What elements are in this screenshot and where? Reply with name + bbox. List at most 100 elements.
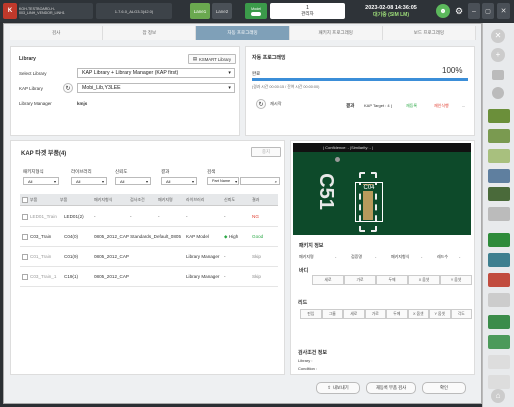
lane2-button[interactable]: Lane2 xyxy=(212,3,232,19)
cell-result: Skip xyxy=(252,254,261,259)
body-col: Y 옵셋 xyxy=(440,275,472,285)
lead-col: 각도 xyxy=(450,309,472,319)
cell-part: C19(1) xyxy=(64,274,79,279)
filter-confidence-label: 신뢰도 xyxy=(115,169,128,174)
add-icon[interactable]: + xyxy=(491,48,505,62)
cell-library: - xyxy=(186,214,188,219)
chevron-down-icon: ▾ xyxy=(228,70,231,76)
part-icon[interactable] xyxy=(488,355,510,369)
user-box[interactable]: 1 관리자 xyxy=(270,3,345,19)
pkg-type-label: 패키지형식 xyxy=(391,254,410,259)
green-board-icon[interactable] xyxy=(488,233,510,247)
board-view-icon[interactable] xyxy=(488,109,510,123)
inspect-cond-title: 검사조건 정보 xyxy=(298,350,327,356)
pkg-verify-value: - xyxy=(375,254,377,259)
table-row[interactable]: C01_Train C01(9) 0805_2012_CAP Library M… xyxy=(20,247,278,267)
record-icon[interactable] xyxy=(492,87,504,99)
grid-icon[interactable] xyxy=(488,169,510,183)
logo: K xyxy=(3,3,17,19)
lead-col: 그룹 xyxy=(321,309,343,319)
cell-part: C04(0) xyxy=(64,234,79,239)
col-part[interactable]: 부품 xyxy=(58,197,92,203)
table-row[interactable]: LED01_Train LED01(2) - - - - - NG xyxy=(20,207,278,227)
report-icon[interactable] xyxy=(488,375,510,389)
ok-button[interactable]: 확인 xyxy=(422,382,466,394)
reinspect-button[interactable]: 재등록 부품 검사 xyxy=(366,382,416,394)
close-icon[interactable]: ✕ xyxy=(497,3,510,19)
step-package-program[interactable]: 패키지 프로그래밍 xyxy=(289,26,383,40)
cell-package-name: - xyxy=(158,214,160,219)
chevron-down-icon: ▾ xyxy=(235,179,237,184)
list-icon[interactable] xyxy=(488,293,510,307)
component-view-icon[interactable] xyxy=(488,129,510,143)
filter-result[interactable]: All ▾ xyxy=(161,177,197,185)
row-checkbox[interactable] xyxy=(20,253,28,260)
camera-icon[interactable] xyxy=(492,70,504,80)
version: 1.7.6.0_ALG3.3(42.0) xyxy=(96,3,172,19)
maximize-icon[interactable]: ▢ xyxy=(482,3,494,19)
lead-col: X 옵셋 xyxy=(407,309,429,319)
step-inspect[interactable]: 검사 xyxy=(10,26,104,40)
col-package-name[interactable]: 패키지명 xyxy=(156,197,184,203)
header-checkbox[interactable] xyxy=(20,196,28,203)
minimize-icon[interactable]: – xyxy=(468,3,480,19)
model-button[interactable]: Model xyxy=(245,3,267,19)
auto-program-title: 자동 프로그래밍 xyxy=(252,55,286,61)
kap-library-label: KAP Library xyxy=(19,86,43,91)
cell-part: LED01(2) xyxy=(64,214,84,219)
filter-library[interactable]: All ▾ xyxy=(71,177,107,185)
package-icon[interactable] xyxy=(488,335,510,349)
step-board-program[interactable]: 보드 프로그래밍 xyxy=(382,26,477,40)
refresh-icon[interactable]: ↻ xyxy=(63,83,73,93)
board-library-icon[interactable] xyxy=(488,315,510,329)
red-board-icon[interactable] xyxy=(488,273,510,287)
home-icon[interactable]: ⌂ xyxy=(491,389,505,403)
cancel-icon[interactable]: ✕ xyxy=(491,29,505,43)
search-input[interactable]: ⌕ xyxy=(240,177,280,185)
silkscreen-marking: C51 xyxy=(314,173,337,210)
col-result[interactable]: 결과 xyxy=(250,197,278,203)
layer-icon[interactable] xyxy=(488,149,510,163)
filter-search-type[interactable]: Part Name ▾ xyxy=(207,177,239,185)
col-component[interactable]: 부품 xyxy=(28,197,58,203)
filter-confidence[interactable]: All ▾ xyxy=(115,177,151,185)
lead-count-label: 레드수 xyxy=(437,254,449,259)
lead-table-header: 핀입 그룹 세로 가로 두께 X 옵셋 Y 옵셋 각도 xyxy=(300,309,472,319)
pcb-icon[interactable] xyxy=(488,253,510,267)
step-job-info[interactable]: 잡 정보 xyxy=(103,26,197,40)
cell-part: C01(9) xyxy=(64,254,79,259)
settings-icon[interactable] xyxy=(488,207,510,221)
table-header: 부품 부품 패키지형식 검사조건 패키지명 라이브러리 신뢰도 결과 xyxy=(20,194,278,206)
retry-icon[interactable]: ↻ xyxy=(256,99,266,109)
lead-col: Y 옵셋 xyxy=(429,309,451,319)
kap-library-dropdown[interactable]: Mobi_Lib,Y3LEE ▾ xyxy=(77,83,235,93)
row-checkbox[interactable] xyxy=(20,233,28,240)
col-library[interactable]: 라이브러리 xyxy=(184,197,222,203)
table-row[interactable]: C03_Train C04(0) 0805_2012_CAP Standards… xyxy=(20,227,278,247)
package-info-title: 패키지 정보 xyxy=(299,243,324,249)
progress-label: 완료 xyxy=(252,71,261,76)
select-library-dropdown[interactable]: KAP Library + Library Manager (KAP first… xyxy=(77,68,235,78)
table-row[interactable]: C03_Train_1 C19(1) 0805_2012_CAP Library… xyxy=(20,267,278,287)
operator-icon[interactable]: ☻ xyxy=(436,4,450,18)
ksmart-library-button[interactable]: ▤ KSMART Library xyxy=(188,54,236,64)
step-auto-program[interactable]: 자동 프로그래밍 xyxy=(196,26,290,40)
auto-program-panel: 자동 프로그래밍 완료 100% (경과 시간 00:00:15 / 잔여 시간… xyxy=(245,46,475,136)
board-name: KOH-TESTBOARD-H-003_LINH_VENDOR_LINH1 xyxy=(19,3,93,19)
chip-icon[interactable] xyxy=(488,187,510,201)
via-dot xyxy=(335,157,340,162)
gear-icon[interactable]: ⚙ xyxy=(453,3,465,19)
lane1-button[interactable]: Lane1 xyxy=(190,3,210,19)
stop-button[interactable]: 중지 xyxy=(251,147,281,157)
filter-package-type[interactable]: All ▾ xyxy=(23,177,59,185)
body-col: X 옵셋 xyxy=(408,275,440,285)
col-inspect-cond[interactable]: 검사조건 xyxy=(128,197,156,203)
body-col: 세로 xyxy=(312,275,344,285)
col-package-type[interactable]: 패키지형식 xyxy=(92,197,128,203)
row-checkbox[interactable] xyxy=(20,273,28,280)
row-checkbox[interactable] xyxy=(20,213,28,220)
export-button[interactable]: ⇪ 내보내기 xyxy=(316,382,360,394)
col-confidence[interactable]: 신뢰도 xyxy=(222,197,250,203)
body-title: 바디 xyxy=(299,268,309,274)
cell-result: Good xyxy=(252,234,264,239)
